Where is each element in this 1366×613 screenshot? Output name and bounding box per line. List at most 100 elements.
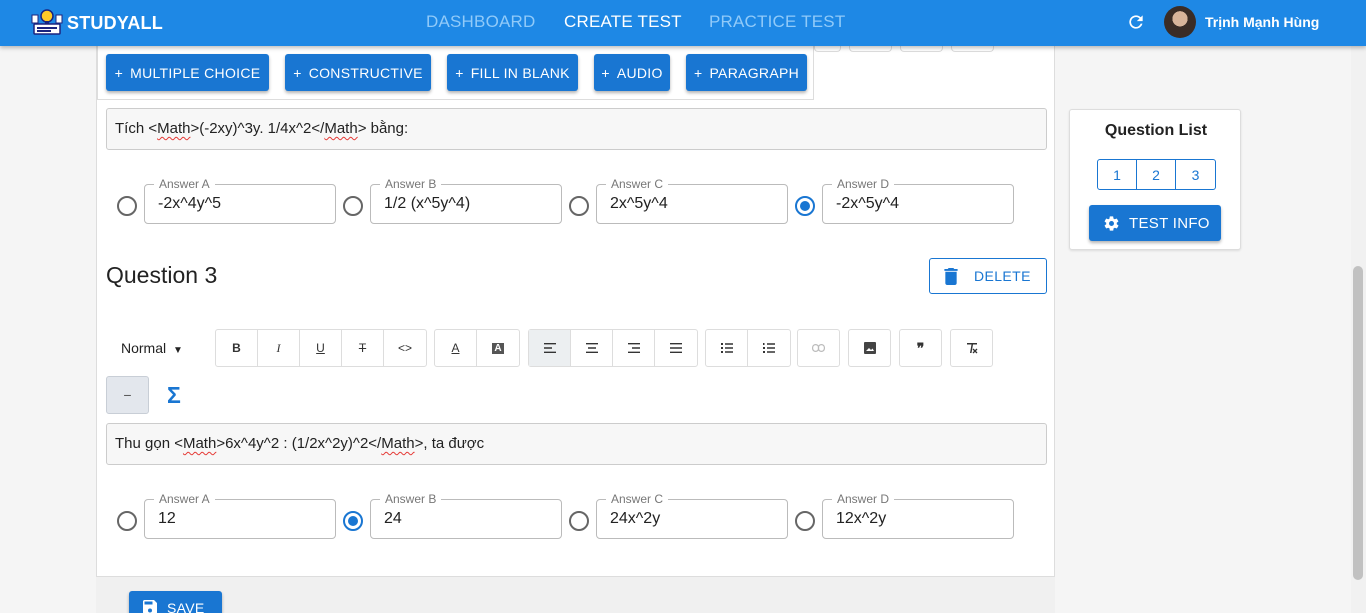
q3-answer-a-field[interactable]: Answer A 12 bbox=[144, 492, 336, 539]
add-audio-label: AUDIO bbox=[616, 64, 663, 81]
q3-answer-d-label: Answer D bbox=[832, 492, 895, 506]
q2-answer-a-radio[interactable] bbox=[117, 196, 137, 216]
add-multiple-choice-button[interactable]: + MULTIPLE CHOICE bbox=[106, 54, 269, 91]
clear-format-icon[interactable] bbox=[950, 329, 993, 367]
add-constructive-button[interactable]: + CONSTRUCTIVE bbox=[285, 54, 431, 91]
logo-text: STUDYALL bbox=[67, 12, 163, 33]
question-number-2[interactable]: 2 bbox=[1137, 160, 1176, 189]
numbered-list-icon[interactable] bbox=[748, 330, 790, 366]
q2-answer-c-radio[interactable] bbox=[569, 196, 589, 216]
nav-create-test[interactable]: CREATE TEST bbox=[564, 12, 682, 32]
question-3-text[interactable]: Thu gọn <Math>6x^4y^2 : (1/2x^2y)^2</Mat… bbox=[106, 423, 1047, 465]
plus-icon: + bbox=[601, 64, 610, 81]
add-multiple-choice-label: MULTIPLE CHOICE bbox=[130, 64, 261, 81]
plus-icon: + bbox=[293, 64, 302, 81]
text-style-group: B I U T <> bbox=[215, 329, 427, 367]
add-constructive-label: CONSTRUCTIVE bbox=[308, 64, 423, 81]
q2-answer-b-radio[interactable] bbox=[343, 196, 363, 216]
align-left-icon[interactable] bbox=[529, 330, 571, 366]
save-label: SAVE bbox=[167, 600, 205, 613]
q3-answer-a-radio[interactable] bbox=[117, 511, 137, 531]
q3-math-tag-open: Math bbox=[182, 435, 217, 452]
refresh-icon[interactable] bbox=[1126, 12, 1146, 32]
top-app-bar: STUDYALL DASHBOARD CREATE TEST PRACTICE … bbox=[0, 0, 1366, 46]
question-list-title: Question List bbox=[1104, 122, 1208, 139]
collapse-button[interactable]: − bbox=[106, 376, 149, 414]
q2-answer-d-value: -2x^5y^4 bbox=[836, 195, 900, 212]
avatar[interactable] bbox=[1164, 6, 1196, 38]
q3-answer-c-value: 24x^2y bbox=[610, 510, 661, 527]
nav-dashboard[interactable]: DASHBOARD bbox=[426, 12, 536, 32]
q2-answer-d-label: Answer D bbox=[832, 177, 895, 191]
q2-text-pre: Tích < bbox=[115, 120, 158, 137]
save-icon bbox=[143, 600, 157, 613]
add-audio-button[interactable]: + AUDIO bbox=[594, 54, 670, 91]
q3-math-tag-close: Math bbox=[381, 435, 415, 452]
add-fill-in-blank-button[interactable]: + FILL IN BLANK bbox=[447, 54, 578, 91]
q3-text-post: >, ta được bbox=[414, 435, 485, 452]
q2-math-tag-open: Math bbox=[157, 120, 191, 137]
code-icon[interactable]: <> bbox=[384, 330, 426, 366]
list-group bbox=[705, 329, 791, 367]
color-group: A A bbox=[434, 329, 520, 367]
question-number-3[interactable]: 3 bbox=[1176, 160, 1215, 189]
link-icon[interactable] bbox=[797, 329, 840, 367]
q3-answer-a-label: Answer A bbox=[154, 492, 215, 506]
q2-answer-b-value: 1/2 (x^5y^4) bbox=[384, 195, 471, 212]
question-3-answers: Answer A 12 Answer B 24 Answer C 24x^2y Ans… bbox=[97, 492, 1056, 549]
trash-icon bbox=[944, 267, 958, 285]
save-button[interactable]: SAVE bbox=[129, 591, 222, 613]
add-question-toolbar: + MULTIPLE CHOICE + CONSTRUCTIVE + FILL IN … bbox=[97, 46, 814, 100]
q2-answer-b-field[interactable]: Answer B 1/2 (x^5y^4) bbox=[370, 177, 562, 224]
q2-answer-a-field[interactable]: Answer A -2x^4y^5 bbox=[144, 177, 336, 224]
bullet-list-icon[interactable] bbox=[706, 330, 748, 366]
align-center-icon[interactable] bbox=[571, 330, 613, 366]
minus-icon: − bbox=[123, 387, 132, 403]
question-list-panel: Question List 1 2 3 TEST INFO bbox=[1069, 109, 1241, 250]
scrollbar-thumb[interactable] bbox=[1353, 266, 1363, 580]
q3-answer-d-field[interactable]: Answer D 12x^2y bbox=[822, 492, 1014, 539]
q3-answer-b-field[interactable]: Answer B 24 bbox=[370, 492, 562, 539]
q3-answer-c-label: Answer C bbox=[606, 492, 669, 506]
q2-answer-d-radio[interactable] bbox=[795, 196, 815, 216]
user-name[interactable]: Trịnh Mạnh Hùng bbox=[1205, 14, 1319, 30]
q3-answer-c-radio[interactable] bbox=[569, 511, 589, 531]
q2-answer-c-value: 2x^5y^4 bbox=[610, 195, 668, 212]
q3-answer-d-value: 12x^2y bbox=[836, 510, 887, 527]
math-formula-icon[interactable]: Σ bbox=[167, 382, 181, 409]
question-number-1[interactable]: 1 bbox=[1098, 160, 1137, 189]
image-icon[interactable] bbox=[848, 329, 891, 367]
nav-practice-test[interactable]: PRACTICE TEST bbox=[709, 12, 845, 32]
q3-answer-d-radio[interactable] bbox=[795, 511, 815, 531]
font-color-icon[interactable]: A bbox=[435, 330, 477, 366]
question-number-group: 1 2 3 bbox=[1097, 159, 1216, 190]
test-info-button[interactable]: TEST INFO bbox=[1089, 205, 1221, 241]
q2-answer-d-field[interactable]: Answer D -2x^5y^4 bbox=[822, 177, 1014, 224]
q3-text-mid: >6x^4y^2 : (1/2x^2y)^2</ bbox=[216, 435, 382, 452]
italic-icon[interactable]: I bbox=[258, 330, 300, 366]
q3-answer-b-radio[interactable] bbox=[343, 511, 363, 531]
q2-answer-c-field[interactable]: Answer C 2x^5y^4 bbox=[596, 177, 788, 224]
q3-answer-b-label: Answer B bbox=[380, 492, 442, 506]
add-paragraph-button[interactable]: + PARAGRAPH bbox=[686, 54, 807, 91]
logo[interactable]: STUDYALL bbox=[31, 6, 163, 40]
logo-icon bbox=[31, 9, 63, 35]
question-2-text[interactable]: Tích <Math>(-2xy)^3y. 1/4x^2</Math> bằng… bbox=[106, 108, 1047, 150]
plus-icon: + bbox=[455, 64, 464, 81]
align-justify-icon[interactable] bbox=[655, 330, 697, 366]
underline-icon[interactable]: U bbox=[300, 330, 342, 366]
q3-answer-b-value: 24 bbox=[384, 510, 402, 527]
format-select[interactable]: Normal ▼ bbox=[121, 340, 183, 356]
delete-question-button[interactable]: DELETE bbox=[929, 258, 1047, 294]
align-group bbox=[528, 329, 698, 367]
highlight-icon[interactable]: A bbox=[477, 330, 519, 366]
bold-icon[interactable]: B bbox=[216, 330, 258, 366]
gear-icon bbox=[1104, 215, 1119, 231]
strikethrough-icon[interactable]: T bbox=[342, 330, 384, 366]
blockquote-icon[interactable]: ❞ bbox=[899, 329, 942, 367]
q3-answer-c-field[interactable]: Answer C 24x^2y bbox=[596, 492, 788, 539]
q2-math-tag-close: Math bbox=[324, 120, 358, 137]
align-right-icon[interactable] bbox=[613, 330, 655, 366]
q3-answer-a-value: 12 bbox=[158, 510, 176, 527]
question-2-answers: Answer A -2x^4y^5 Answer B 1/2 (x^5y^4) An… bbox=[97, 177, 1056, 234]
